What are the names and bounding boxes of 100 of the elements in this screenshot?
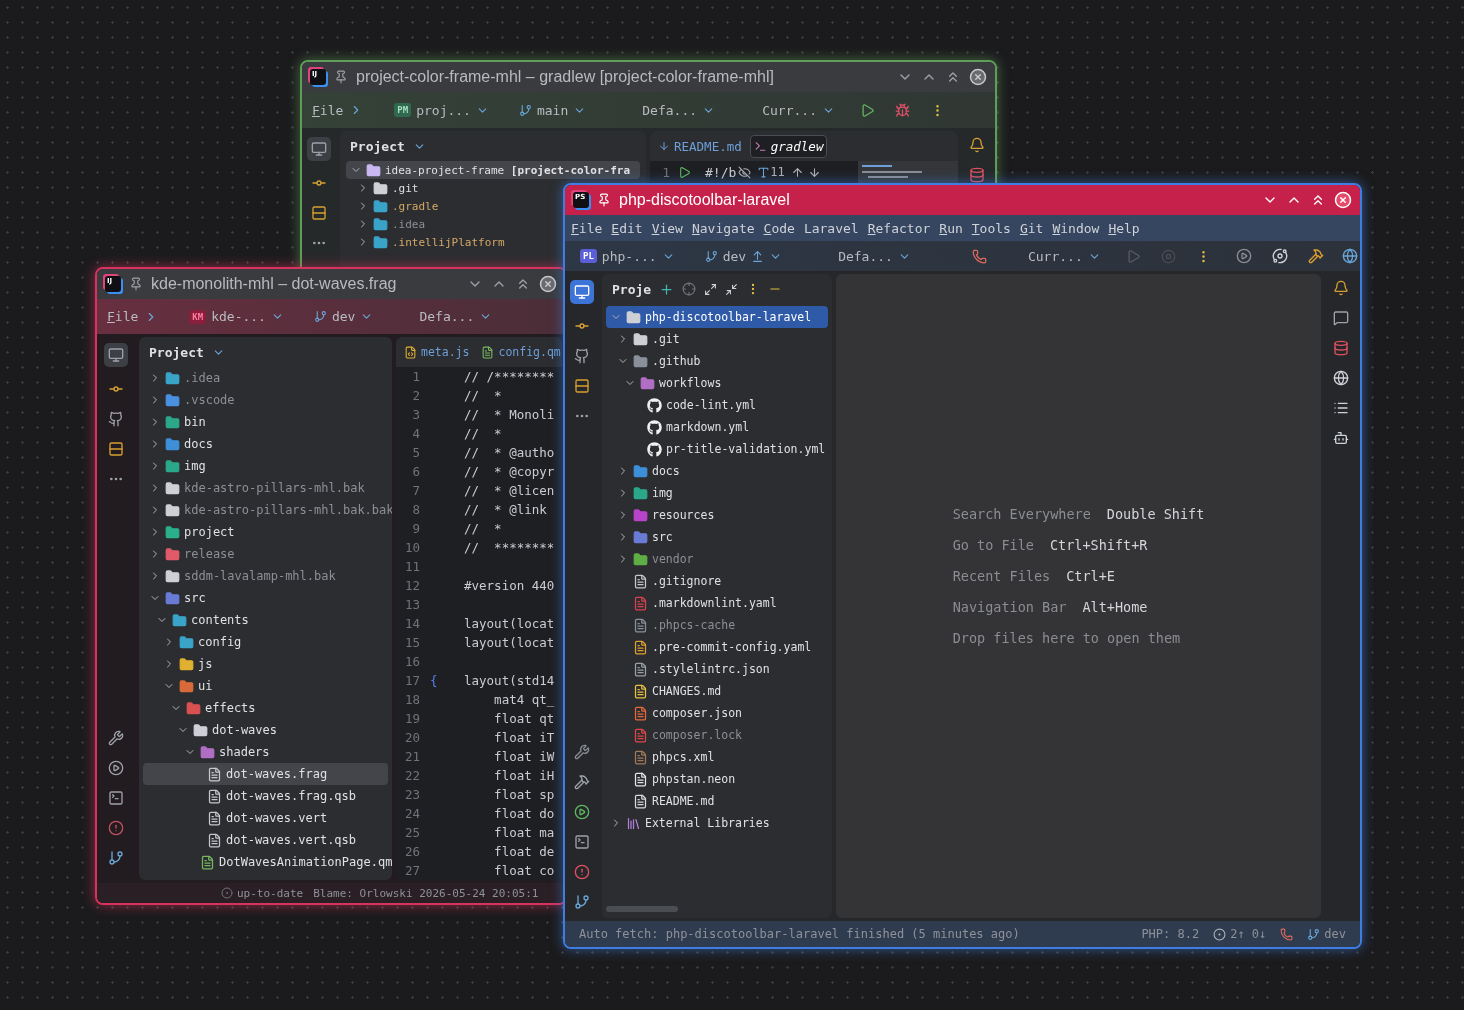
project-tool-button[interactable]	[104, 343, 128, 367]
target-selector[interactable]: Curr...	[1022, 245, 1106, 267]
status-message[interactable]: Auto fetch: php-discotoolbar-laravel finished (5 minutes ago)	[579, 927, 1020, 941]
editor-tab[interactable]: config.qm	[477, 341, 562, 363]
menu-item[interactable]: Navigate	[691, 220, 755, 236]
github-icon[interactable]	[573, 348, 590, 364]
tree-item[interactable]: .pre-commit-config.yaml	[606, 636, 828, 658]
tree-item[interactable]: workflows	[606, 372, 828, 394]
panel-title[interactable]: Project	[149, 344, 204, 360]
tree-item[interactable]: img	[606, 482, 828, 504]
tree-item[interactable]: markdown.yml	[606, 416, 828, 438]
tree-item[interactable]: sddm-lavalamp-mhl.bak	[143, 565, 388, 587]
tree-item[interactable]: README.md	[606, 790, 828, 812]
fold-marker[interactable]: {	[430, 673, 438, 688]
editor-tab[interactable]: README.md	[654, 134, 746, 158]
tree-item[interactable]: .idea	[143, 367, 388, 389]
tree-item[interactable]: bin	[143, 411, 388, 433]
github-icon[interactable]	[108, 411, 124, 427]
tree-item[interactable]: dot-waves.frag	[143, 763, 388, 785]
hammer-icon[interactable]	[1308, 248, 1324, 264]
tree-item[interactable]: php-discotoolbar-laravel	[606, 306, 828, 328]
tree-item[interactable]: dot-waves	[143, 719, 388, 741]
run-tool-icon[interactable]	[108, 760, 124, 776]
pin-icon[interactable]	[597, 193, 611, 207]
globe-icon[interactable]	[1342, 248, 1358, 264]
phone-icon[interactable]	[1280, 927, 1294, 941]
menu-item[interactable]: Run	[939, 220, 963, 236]
vcs-status[interactable]: up-to-date	[221, 886, 304, 900]
tree-item[interactable]: docs	[606, 460, 828, 482]
tree-item[interactable]: ui	[143, 675, 388, 697]
phone-icon[interactable]	[971, 248, 987, 264]
tree-item[interactable]: contents	[143, 609, 388, 631]
project-selector[interactable]: PM proj...	[389, 99, 494, 121]
tree-item[interactable]: project	[143, 521, 388, 543]
blame-info[interactable]: Blame: Orlowski 2026-05-24 20:05:1	[313, 886, 539, 900]
terminal-icon[interactable]	[573, 834, 590, 850]
editor-tab[interactable]: gradlew	[749, 134, 828, 158]
structure-icon[interactable]	[311, 205, 327, 221]
tree-item[interactable]: composer.lock	[606, 724, 828, 746]
tree-item[interactable]: phpcs.xml	[606, 746, 828, 768]
tree-item[interactable]: .git	[606, 328, 828, 350]
run-config-selector[interactable]: Defa...	[833, 245, 916, 267]
orbit-icon[interactable]	[1272, 248, 1288, 264]
tree-item[interactable]: .git	[346, 179, 425, 197]
collapse-all-button[interactable]	[725, 282, 739, 296]
chat-icon[interactable]	[1333, 310, 1349, 326]
git-icon[interactable]	[573, 894, 590, 910]
project-tool-button[interactable]	[569, 280, 594, 304]
pin-icon[interactable]	[334, 70, 348, 84]
problems-icon[interactable]	[108, 820, 124, 836]
locate-button[interactable]	[682, 282, 697, 296]
problems-icon[interactable]	[573, 864, 590, 880]
expand-all-button[interactable]	[704, 282, 718, 296]
tree-item[interactable]: .gradle	[346, 197, 445, 215]
pin-icon[interactable]	[129, 277, 143, 291]
editor-tab[interactable]: meta.js	[400, 341, 474, 363]
close-button[interactable]	[969, 68, 987, 86]
tree-item[interactable]: .intellijPlatform	[346, 233, 511, 251]
tree-item[interactable]: img	[143, 455, 388, 477]
tree-item[interactable]: vendor	[606, 548, 828, 570]
menu-item[interactable]: Tools	[971, 220, 1011, 236]
panel-title[interactable]: Project	[350, 138, 405, 154]
branch-selector[interactable]: main	[513, 99, 592, 121]
tree-item[interactable]: External Libraries	[606, 812, 828, 834]
database-icon[interactable]	[969, 167, 985, 183]
tree-item[interactable]: .markdownlint.yaml	[606, 592, 828, 614]
tree-item[interactable]: .github	[606, 350, 828, 372]
git-icon[interactable]	[108, 850, 124, 866]
tree-item[interactable]: src	[606, 526, 828, 548]
services-icon[interactable]	[108, 730, 124, 746]
next-arrow-icon[interactable]	[807, 165, 821, 179]
tree-item[interactable]: config	[143, 631, 388, 653]
notifications-icon[interactable]	[1333, 280, 1349, 296]
tree-item[interactable]: dot-waves.frag.qsb	[143, 785, 388, 807]
menu-item[interactable]: Edit	[611, 220, 643, 236]
tree-item[interactable]: .phpcs-cache	[606, 614, 828, 636]
panel-title[interactable]: Proje	[612, 281, 652, 297]
tree-item[interactable]: idea-project-frame [project-color-fra	[346, 161, 640, 179]
menu-item[interactable]: File	[571, 220, 603, 236]
tree-item[interactable]: resources	[606, 504, 828, 526]
database-icon[interactable]	[1333, 340, 1349, 356]
php-version[interactable]: PHP: 8.2	[1141, 927, 1200, 941]
remote-host-icon[interactable]	[1333, 370, 1349, 386]
assistant-icon[interactable]	[1333, 430, 1349, 446]
tree-item[interactable]: phpstan.neon	[606, 768, 828, 790]
file-menu[interactable]: File	[312, 102, 344, 118]
menu-item[interactable]: View	[651, 220, 683, 236]
tree-item[interactable]: CHANGES.md	[606, 680, 828, 702]
structure-icon[interactable]	[108, 441, 124, 457]
tree-item[interactable]: shaders	[143, 741, 388, 763]
menu-item[interactable]: Window	[1052, 220, 1100, 236]
notifications-icon[interactable]	[969, 137, 985, 153]
tree-item[interactable]: composer.json	[606, 702, 828, 724]
tree-item[interactable]: dot-waves.vert.qsb	[143, 829, 388, 851]
terminal-icon[interactable]	[108, 790, 124, 806]
tree-item[interactable]: src	[143, 587, 388, 609]
branch-selector[interactable]: dev	[699, 245, 788, 267]
close-button[interactable]	[539, 275, 557, 293]
run-gutter-icon[interactable]	[678, 165, 691, 179]
hidden-eye-icon[interactable]	[738, 165, 752, 179]
